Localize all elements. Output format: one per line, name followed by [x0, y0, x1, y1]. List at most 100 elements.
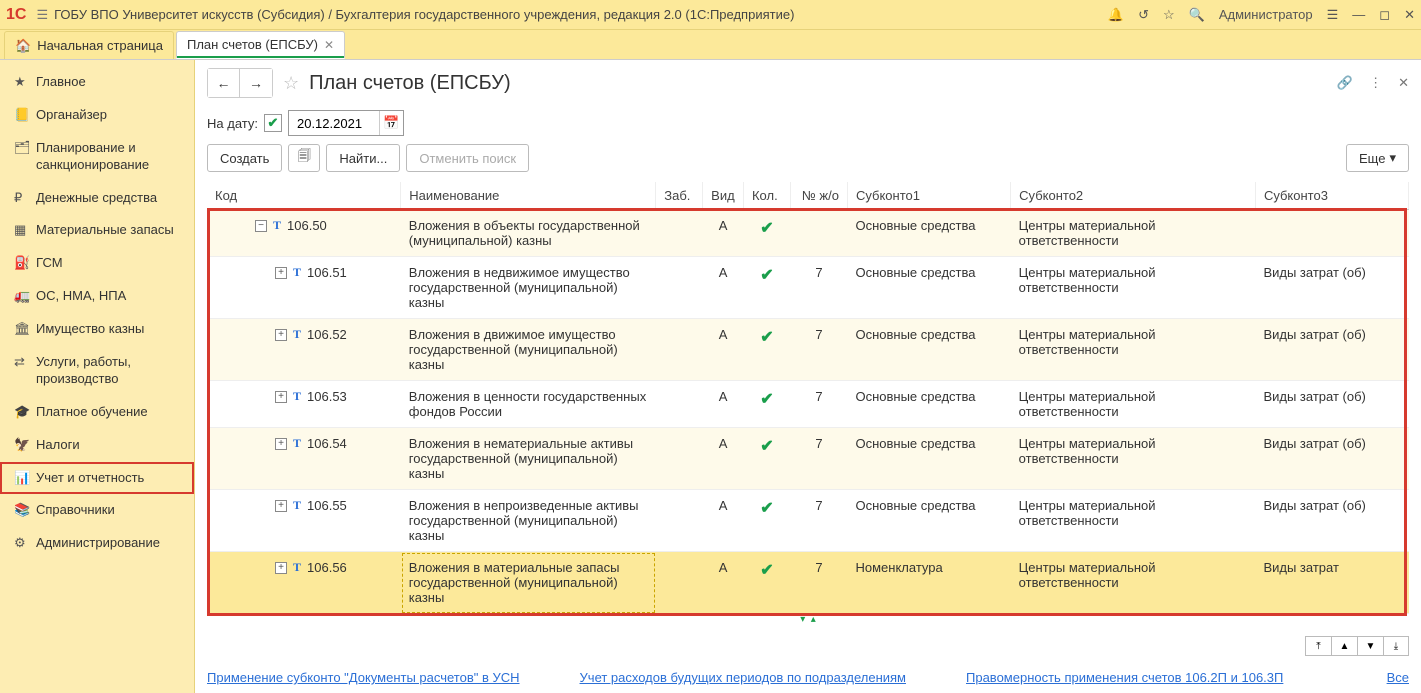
- sidebar-item[interactable]: 🏛Имущество казны: [0, 313, 194, 346]
- star-icon[interactable]: ☆: [1163, 7, 1175, 23]
- date-checkbox[interactable]: ✔: [264, 114, 282, 132]
- close-tab-icon[interactable]: ✕: [324, 38, 334, 52]
- check-icon: ✔: [760, 391, 773, 408]
- create-button[interactable]: Создать: [207, 144, 282, 172]
- scroll-up-button[interactable]: ▲: [1331, 636, 1357, 656]
- sidebar-item-icon: 🗂: [14, 140, 36, 157]
- cell-sub1: Основные средства: [847, 428, 1010, 490]
- calendar-icon[interactable]: 📅: [379, 111, 403, 135]
- cell-name: Вложения в объекты государственной (муни…: [401, 210, 656, 257]
- cell-zab: [656, 210, 703, 257]
- cell-zab: [656, 490, 703, 552]
- expand-icon[interactable]: +: [275, 562, 287, 574]
- table-wrapper: Код Наименование Заб. Вид Кол. № ж/о Суб…: [207, 182, 1409, 632]
- sidebar-item[interactable]: 🚛ОС, НМА, НПА: [0, 280, 194, 313]
- sidebar-item-label: Органайзер: [36, 107, 107, 124]
- table-row[interactable]: +T106.51Вложения в недвижимое имущество …: [207, 257, 1409, 319]
- sidebar-item-label: Главное: [36, 74, 86, 91]
- cell-name: Вложения в недвижимое имущество государс…: [401, 257, 656, 319]
- col-name[interactable]: Наименование: [401, 182, 656, 210]
- scroll-down-button[interactable]: ▼: [1357, 636, 1383, 656]
- kebab-icon[interactable]: ⋮: [1369, 75, 1382, 91]
- col-zab[interactable]: Заб.: [656, 182, 703, 210]
- favorite-star-icon[interactable]: ☆: [283, 73, 299, 94]
- history-icon[interactable]: ↺: [1138, 7, 1149, 23]
- cell-sub1: Основные средства: [847, 257, 1010, 319]
- cancel-find-button[interactable]: Отменить поиск: [406, 144, 529, 172]
- sidebar-item[interactable]: 📚Справочники: [0, 494, 194, 527]
- footer-link-3[interactable]: Правомерность применения счетов 106.2П и…: [966, 670, 1283, 685]
- footer: Применение субконто "Документы расчетов"…: [195, 656, 1421, 693]
- col-code[interactable]: Код: [207, 182, 401, 210]
- table-row[interactable]: +T106.53Вложения в ценности государствен…: [207, 381, 1409, 428]
- collapse-icon[interactable]: −: [255, 220, 267, 232]
- sidebar-item-label: Услуги, работы, производство: [36, 354, 184, 388]
- sidebar-item-icon: 📚: [14, 502, 36, 519]
- tab-home-label: Начальная страница: [37, 38, 163, 53]
- sidebar-item[interactable]: ₽Денежные средства: [0, 182, 194, 215]
- cell-sub3: Виды затрат (об): [1255, 319, 1408, 381]
- tab-home[interactable]: 🏠 Начальная страница: [4, 31, 174, 59]
- bell-icon[interactable]: 🔔: [1108, 7, 1124, 23]
- sidebar-item[interactable]: 📒Органайзер: [0, 99, 194, 132]
- sidebar-item[interactable]: 🦅Налоги: [0, 429, 194, 462]
- sidebar-item-icon: 🏛: [14, 321, 36, 338]
- sidebar-item[interactable]: 🗂Планирование и санкционирование: [0, 132, 194, 182]
- date-input[interactable]: [289, 116, 379, 131]
- sidebar-item[interactable]: 📊Учет и отчетность: [0, 462, 194, 495]
- find-button[interactable]: Найти...: [326, 144, 400, 172]
- more-button[interactable]: Еще ▾: [1346, 144, 1409, 172]
- cell-kol: ✔: [743, 210, 790, 257]
- sidebar-item[interactable]: ⚙Администрирование: [0, 527, 194, 560]
- expand-icon[interactable]: +: [275, 500, 287, 512]
- cell-vid: А: [703, 257, 744, 319]
- sidebar-item[interactable]: 🎓Платное обучение: [0, 396, 194, 429]
- cell-sub2: Центры материальной ответственности: [1011, 490, 1256, 552]
- table-row[interactable]: +T106.55Вложения в непроизведенные актив…: [207, 490, 1409, 552]
- footer-link-1[interactable]: Применение субконто "Документы расчетов"…: [207, 670, 520, 685]
- footer-link-2[interactable]: Учет расходов будущих периодов по подраз…: [580, 670, 906, 685]
- footer-all-link[interactable]: Все: [1387, 670, 1409, 685]
- app-logo: 1C: [6, 6, 26, 24]
- sidebar-item[interactable]: ⛽ГСМ: [0, 247, 194, 280]
- col-kol[interactable]: Кол.: [743, 182, 790, 210]
- tab-chart-of-accounts[interactable]: План счетов (ЕПСБУ) ✕: [176, 31, 345, 59]
- cell-name: Вложения в нематериальные активы государ…: [401, 428, 656, 490]
- table-row[interactable]: +T106.56Вложения в материальные запасы г…: [207, 552, 1409, 614]
- sidebar-item-label: Имущество казны: [36, 321, 144, 338]
- scroll-top-button[interactable]: ⤒: [1305, 636, 1331, 656]
- search-icon[interactable]: 🔍: [1189, 7, 1205, 23]
- table-row[interactable]: −T106.50Вложения в объекты государственн…: [207, 210, 1409, 257]
- sidebar-item[interactable]: ⇄Услуги, работы, производство: [0, 346, 194, 396]
- sidebar-item[interactable]: ▦Материальные запасы: [0, 214, 194, 247]
- cell-sub3: [1255, 210, 1408, 257]
- col-sub3[interactable]: Субконто3: [1255, 182, 1408, 210]
- expand-icon[interactable]: +: [275, 391, 287, 403]
- col-sub1[interactable]: Субконто1: [847, 182, 1010, 210]
- expand-icon[interactable]: +: [275, 438, 287, 450]
- hamburger-icon[interactable]: ☰: [36, 7, 48, 23]
- check-icon: ✔: [760, 220, 773, 237]
- sidebar-item-label: Налоги: [36, 437, 80, 454]
- expand-icon[interactable]: +: [275, 267, 287, 279]
- maximize-icon[interactable]: ◻: [1379, 7, 1390, 23]
- nav-forward-button[interactable]: →: [240, 69, 272, 97]
- copy-button[interactable]: 🗐: [288, 144, 320, 172]
- col-njo[interactable]: № ж/о: [790, 182, 847, 210]
- settings-icon[interactable]: ☰: [1327, 7, 1339, 23]
- table-row[interactable]: +T106.52Вложения в движимое имущество го…: [207, 319, 1409, 381]
- minimize-icon[interactable]: —: [1352, 7, 1365, 22]
- close-page-icon[interactable]: ✕: [1398, 75, 1409, 91]
- col-sub2[interactable]: Субконто2: [1011, 182, 1256, 210]
- col-vid[interactable]: Вид: [703, 182, 744, 210]
- cell-vid: А: [703, 210, 744, 257]
- table-row[interactable]: +T106.54Вложения в нематериальные активы…: [207, 428, 1409, 490]
- username[interactable]: Администратор: [1219, 7, 1313, 22]
- nav-back-button[interactable]: ←: [208, 69, 240, 97]
- scroll-bottom-button[interactable]: ⤓: [1383, 636, 1409, 656]
- sidebar-item[interactable]: ★Главное: [0, 66, 194, 99]
- table-bottom-marker: ▾ ▴: [207, 614, 1409, 622]
- link-icon[interactable]: 🔗: [1337, 75, 1353, 91]
- close-window-icon[interactable]: ✕: [1404, 7, 1415, 23]
- expand-icon[interactable]: +: [275, 329, 287, 341]
